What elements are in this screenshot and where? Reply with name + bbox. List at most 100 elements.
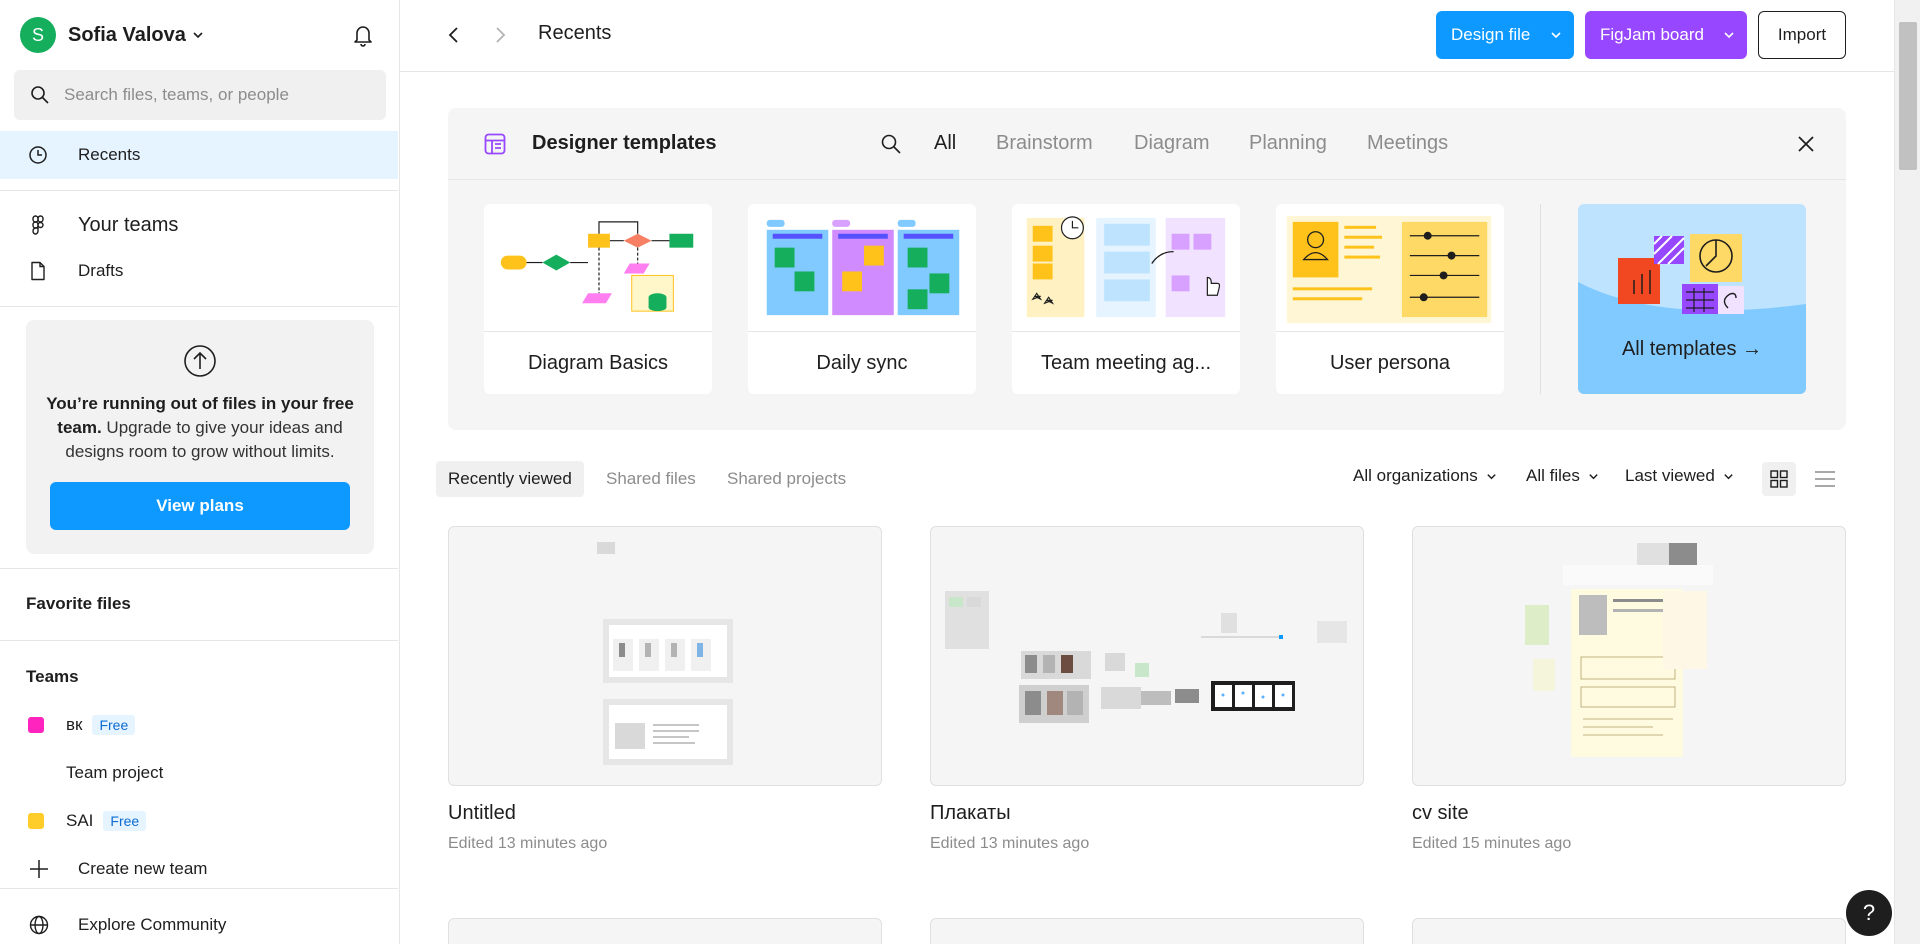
team-spacer bbox=[28, 765, 44, 781]
app-window: S Sofia Valova Search files, teams, or p… bbox=[0, 0, 1920, 944]
file-thumbnail[interactable] bbox=[448, 918, 882, 944]
sidebar: S Sofia Valova Search files, teams, or p… bbox=[0, 0, 400, 944]
file-edited-time: Edited 13 minutes ago bbox=[448, 835, 608, 852]
sidebar-item-recents[interactable]: Recents bbox=[0, 131, 398, 179]
all-templates-card[interactable]: All templates → bbox=[1578, 204, 1806, 394]
file-icon bbox=[31, 261, 45, 281]
design-file-label: Design file bbox=[1451, 25, 1531, 44]
file-preview bbox=[1525, 543, 1713, 757]
all-templates-label: All templates → bbox=[1621, 338, 1763, 360]
avatar: S bbox=[20, 17, 56, 53]
template-card-daily-sync[interactable]: Daily sync bbox=[748, 204, 976, 394]
template-card-team-meeting[interactable]: Team meeting ag... bbox=[1012, 204, 1240, 394]
tab-diagram[interactable]: Diagram bbox=[1134, 132, 1210, 155]
team-item-team-project[interactable]: Team project bbox=[28, 758, 163, 788]
organizations-dropdown[interactable]: All organizations bbox=[1353, 466, 1497, 486]
organizations-label: All organizations bbox=[1353, 466, 1478, 485]
file-thumbnail[interactable] bbox=[1412, 526, 1846, 786]
file-thumbnail[interactable] bbox=[930, 918, 1364, 944]
user-name: Sofia Valova bbox=[68, 23, 186, 46]
file-edited-time: Edited 13 minutes ago bbox=[930, 835, 1090, 852]
file-thumbnail[interactable] bbox=[448, 526, 882, 786]
explore-community-link[interactable]: Explore Community bbox=[28, 910, 226, 940]
tab-shared-projects[interactable]: Shared projects bbox=[715, 461, 858, 497]
sort-dropdown[interactable]: Last viewed bbox=[1625, 466, 1734, 486]
team-item-sai[interactable]: SAI Free bbox=[28, 806, 147, 836]
template-card-title: User persona bbox=[1329, 351, 1451, 374]
create-team-label: Create new team bbox=[78, 859, 208, 878]
tab-meetings[interactable]: Meetings bbox=[1367, 132, 1448, 155]
template-icon bbox=[484, 133, 506, 155]
file-title[interactable]: Untitled bbox=[448, 802, 516, 825]
new-figjam-board-button[interactable]: FigJam board bbox=[1585, 11, 1747, 59]
team-name: вк bbox=[66, 715, 83, 734]
template-card-title: Daily sync bbox=[816, 351, 908, 374]
upgrade-message: You’re running out of files in your free… bbox=[46, 394, 354, 461]
file-thumbnail[interactable] bbox=[930, 526, 1364, 786]
back-arrow-icon[interactable] bbox=[444, 24, 464, 46]
free-badge: Free bbox=[92, 715, 136, 735]
tab-all[interactable]: All bbox=[934, 132, 956, 155]
designer-templates-panel: Designer templates All Brainstorm Diagra… bbox=[448, 108, 1846, 430]
tab-planning[interactable]: Planning bbox=[1249, 132, 1327, 155]
top-bar: Recents Design file FigJam board Import bbox=[400, 0, 1894, 72]
template-thumbnail bbox=[1276, 215, 1504, 332]
favorite-files-heading[interactable]: Favorite files bbox=[26, 594, 131, 614]
grid-view-button[interactable] bbox=[1762, 462, 1796, 496]
divider bbox=[0, 888, 398, 889]
bell-icon[interactable] bbox=[350, 22, 376, 48]
explore-community-label: Explore Community bbox=[78, 915, 227, 934]
tab-brainstorm[interactable]: Brainstorm bbox=[996, 132, 1093, 155]
template-card-diagram-basics[interactable]: Diagram Basics bbox=[484, 204, 712, 394]
chevron-down-icon bbox=[1487, 473, 1496, 479]
team-name: SAI bbox=[66, 811, 94, 830]
sort-label: Last viewed bbox=[1625, 466, 1715, 485]
sidebar-item-drafts[interactable]: Drafts bbox=[0, 247, 398, 295]
help-button[interactable]: ? bbox=[1846, 890, 1892, 936]
file-title[interactable]: Плакаты bbox=[930, 802, 1011, 825]
file-type-dropdown[interactable]: All files bbox=[1526, 466, 1599, 486]
file-title[interactable]: cv site bbox=[1412, 802, 1469, 825]
chevron-down-icon bbox=[1724, 473, 1733, 479]
close-icon[interactable] bbox=[1796, 134, 1816, 154]
new-design-file-button[interactable]: Design file bbox=[1436, 11, 1574, 59]
file-edited-time: Edited 15 minutes ago bbox=[1412, 835, 1572, 852]
tab-shared-files[interactable]: Shared files bbox=[594, 461, 708, 497]
chevron-down-icon[interactable] bbox=[1550, 29, 1562, 41]
file-thumbnail[interactable] bbox=[1412, 918, 1846, 944]
create-team-button[interactable]: Create new team bbox=[28, 854, 207, 884]
template-card-title: Team meeting ag... bbox=[1040, 351, 1212, 374]
figjam-board-label: FigJam board bbox=[1600, 25, 1704, 44]
account-switcher[interactable]: S Sofia Valova bbox=[20, 17, 204, 53]
list-icon bbox=[1815, 471, 1835, 487]
grid-icon bbox=[1770, 470, 1788, 488]
divider bbox=[0, 568, 398, 569]
list-view-button[interactable] bbox=[1808, 462, 1842, 496]
file-preview bbox=[597, 542, 733, 765]
import-button[interactable]: Import bbox=[1758, 11, 1846, 59]
clock-icon bbox=[29, 146, 47, 164]
tab-recently-viewed[interactable]: Recently viewed bbox=[436, 461, 584, 497]
template-thumbnail bbox=[484, 221, 712, 332]
scrollbar-thumb[interactable] bbox=[1899, 22, 1917, 170]
scrollbar[interactable] bbox=[1894, 0, 1920, 944]
all-templates-illustration bbox=[1578, 234, 1806, 394]
forward-arrow-icon[interactable] bbox=[490, 24, 510, 46]
plus-icon bbox=[30, 860, 48, 878]
divider bbox=[0, 640, 398, 641]
template-card-user-persona[interactable]: User persona bbox=[1276, 204, 1504, 394]
view-plans-button[interactable]: View plans bbox=[50, 482, 350, 530]
search-input[interactable]: Search files, teams, or people bbox=[14, 70, 386, 120]
search-icon[interactable] bbox=[880, 133, 902, 155]
page-title: Recents bbox=[538, 22, 612, 44]
sidebar-item-your-teams[interactable]: Your teams bbox=[0, 201, 398, 249]
divider bbox=[0, 306, 398, 307]
team-item-vk[interactable]: вк Free bbox=[28, 710, 136, 740]
free-badge: Free bbox=[103, 811, 147, 831]
chevron-down-icon bbox=[1589, 473, 1598, 479]
sidebar-item-label: Your teams bbox=[78, 213, 179, 236]
template-card-title: Diagram Basics bbox=[527, 351, 669, 374]
divider bbox=[0, 190, 398, 191]
chevron-down-icon[interactable] bbox=[1723, 29, 1735, 41]
arrow-up-circle-icon bbox=[184, 345, 216, 377]
